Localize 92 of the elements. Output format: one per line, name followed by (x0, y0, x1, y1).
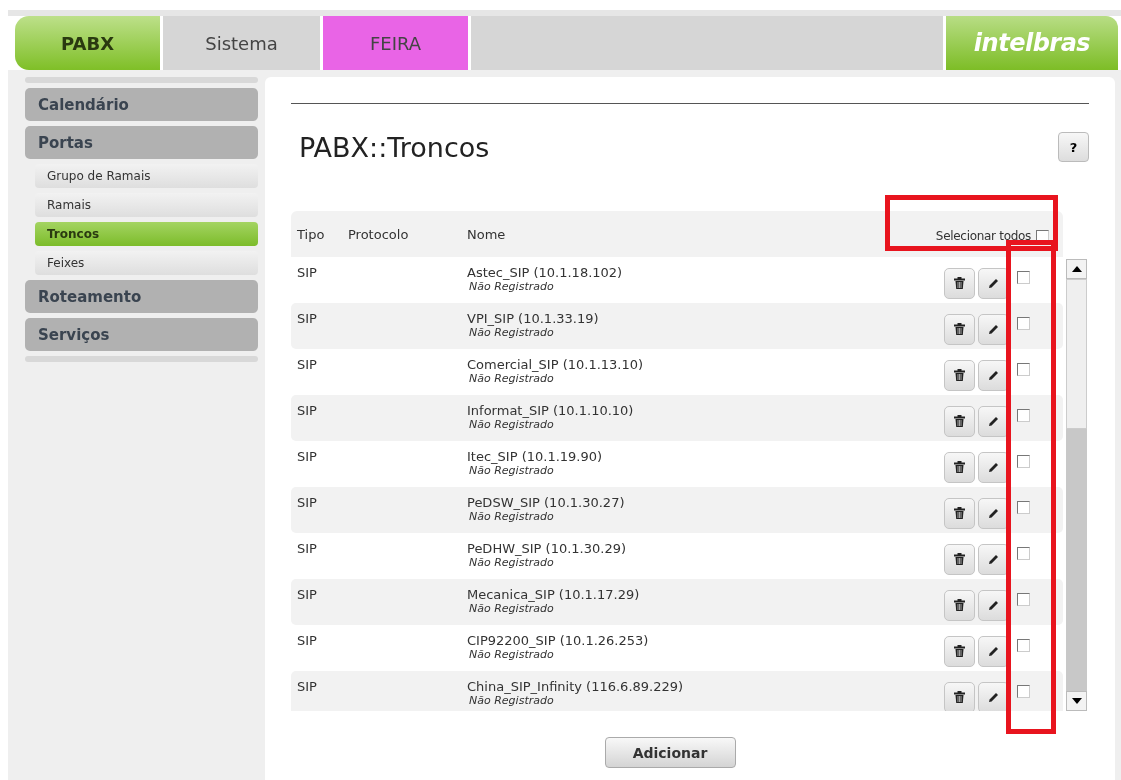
trunk-status: Não Registrado (469, 418, 555, 431)
sidebar-item[interactable]: Roteamento (25, 280, 258, 313)
delete-button[interactable] (944, 635, 975, 667)
pencil-icon (988, 691, 999, 703)
table-cell-text: SIP (296, 448, 318, 466)
scroll-up-button[interactable] (1066, 259, 1087, 279)
pencil-icon (988, 415, 999, 427)
delete-button[interactable] (944, 543, 975, 575)
trunk-status: Não Registrado (469, 648, 555, 661)
trash-icon (954, 507, 965, 519)
scroll-down-button[interactable] (1066, 691, 1087, 711)
trunk-name: Astec_SIP (10.1.18.102) (467, 265, 624, 280)
scrollbar-thumb[interactable] (1066, 279, 1087, 429)
trash-icon (954, 369, 965, 381)
logo: intelbras (946, 16, 1118, 70)
trunk-name: Itec_SIP (10.1.19.90) (467, 449, 604, 464)
trash-icon (954, 599, 965, 611)
pencil-icon (988, 277, 999, 289)
trunk-name: China_SIP_Infinity (116.6.89.229) (467, 679, 685, 694)
table-cell-text: SIP (296, 494, 318, 512)
sidebar-item[interactable]: Serviços (25, 318, 258, 351)
sidebar-subitem[interactable]: Troncos (35, 222, 258, 246)
help-button[interactable]: ? (1058, 132, 1089, 162)
pencil-icon (988, 553, 999, 565)
delete-button[interactable] (944, 359, 975, 391)
pencil-icon (988, 507, 999, 519)
pencil-icon (988, 369, 999, 381)
row-checkbox[interactable] (1017, 638, 1030, 652)
table-cell-text: SIP (296, 678, 318, 696)
trunk-name: Comercial_SIP (10.1.13.10) (467, 357, 645, 372)
sidebar-item[interactable]: Portas (25, 126, 258, 159)
trunk-name: VPI_SIP (10.1.33.19) (467, 311, 600, 326)
table-cell-text: SIP (296, 356, 318, 374)
trunk-status: Não Registrado (469, 326, 555, 339)
row-checkbox[interactable] (1017, 546, 1030, 560)
table-cell-text: SIP (296, 540, 318, 558)
trunk-name: CIP92200_SIP (10.1.26.253) (467, 633, 650, 648)
delete-button[interactable] (944, 267, 975, 299)
trash-icon (954, 323, 965, 335)
up-arrow-icon (1071, 266, 1082, 272)
column-header: Nome (467, 226, 507, 242)
select-all-label: Selecionar todos (935, 229, 1031, 243)
delete-button[interactable] (944, 451, 975, 483)
row-checkbox[interactable] (1017, 362, 1030, 376)
trash-icon (954, 461, 965, 473)
delete-button[interactable] (944, 313, 975, 345)
trash-icon (954, 691, 965, 703)
pencil-icon (988, 323, 999, 335)
delete-button[interactable] (944, 681, 975, 711)
trunk-status: Não Registrado (469, 510, 555, 523)
trunk-name: PeDHW_SIP (10.1.30.29) (467, 541, 627, 556)
row-checkbox[interactable] (1017, 270, 1030, 284)
delete-button[interactable] (944, 589, 975, 621)
trash-icon (954, 553, 965, 565)
trash-icon (954, 277, 965, 289)
nav-tab[interactable]: FEIRA (323, 16, 468, 70)
trash-icon (954, 415, 965, 427)
sidebar-item[interactable]: Calendário (25, 88, 258, 121)
row-checkbox[interactable] (1017, 316, 1030, 330)
add-button[interactable]: Adicionar (604, 737, 736, 768)
pencil-icon (988, 461, 999, 473)
pencil-icon (988, 645, 999, 657)
trunk-name: Informat_SIP (10.1.10.10) (467, 403, 635, 418)
row-checkbox[interactable] (1017, 684, 1030, 698)
trunk-status: Não Registrado (469, 694, 555, 707)
nav-tab[interactable]: PABX (15, 16, 160, 70)
trunk-status: Não Registrado (469, 602, 555, 615)
row-checkbox[interactable] (1017, 408, 1030, 422)
table-cell-text: SIP (296, 586, 318, 604)
row-checkbox[interactable] (1017, 500, 1030, 514)
trunk-status: Não Registrado (469, 372, 555, 385)
row-checkbox[interactable] (1017, 592, 1030, 606)
down-arrow-icon (1071, 698, 1082, 704)
column-header: Tipo (296, 226, 326, 242)
table-cell-text: SIP (296, 264, 318, 282)
row-checkbox[interactable] (1017, 454, 1030, 468)
trash-icon (954, 645, 965, 657)
trunk-name: Mecanica_SIP (10.1.17.29) (467, 587, 641, 602)
trunk-status: Não Registrado (469, 280, 555, 293)
nav-tab[interactable]: Sistema (163, 16, 320, 70)
scrollbar[interactable] (1066, 259, 1087, 711)
table-cell-text: SIP (296, 402, 318, 420)
column-header: Protocolo (348, 226, 410, 242)
trunk-status: Não Registrado (469, 464, 555, 477)
delete-button[interactable] (944, 497, 975, 529)
table-cell-text: SIP (296, 632, 318, 650)
page-title: PABX::Troncos (299, 131, 490, 163)
pencil-icon (988, 599, 999, 611)
trunk-name: PeDSW_SIP (10.1.30.27) (467, 495, 626, 510)
table-cell-text: SIP (296, 310, 318, 328)
trunk-status: Não Registrado (469, 556, 555, 569)
delete-button[interactable] (944, 405, 975, 437)
